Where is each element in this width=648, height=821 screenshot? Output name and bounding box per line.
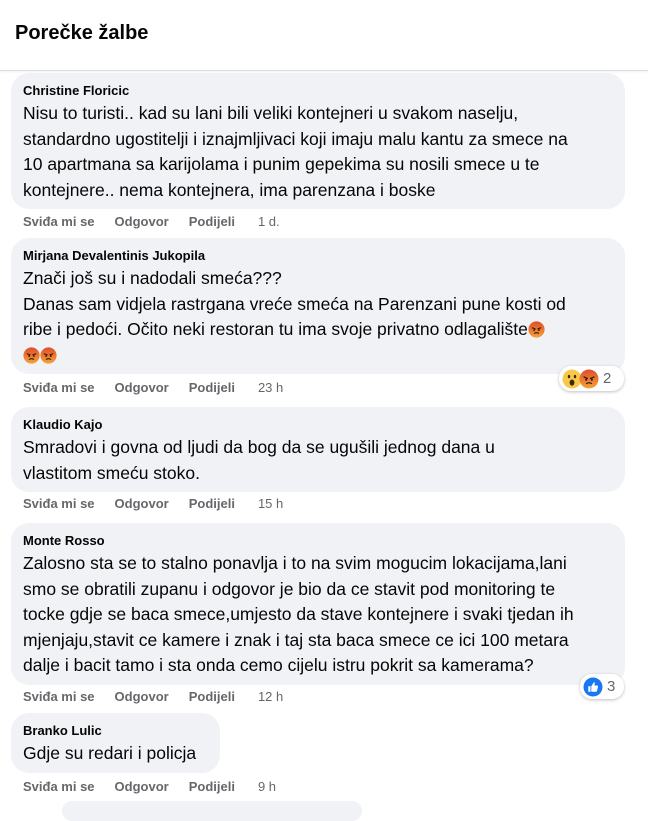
comment-author[interactable]: Klaudio Kajo: [23, 416, 613, 433]
share-button[interactable]: Podijeli: [189, 779, 235, 794]
reply-button[interactable]: Odgovor: [115, 496, 169, 511]
reply-button[interactable]: Odgovor: [115, 779, 169, 794]
reaction-count: 3: [607, 678, 616, 695]
comment-bubble: Branko Lulic Gdje su redari i policja: [11, 713, 220, 773]
like-button[interactable]: Sviđa mi se: [23, 380, 95, 395]
comment-text: Znači još su i nadodali smeća??? Danas s…: [23, 266, 613, 368]
comment-bubble: Klaudio Kajo Smradovi i govna od ljudi d…: [11, 407, 625, 492]
comment-text: Smradovi i govna od ljudi da bog da se u…: [23, 437, 495, 483]
reply-button[interactable]: Odgovor: [115, 689, 169, 704]
comment-timestamp[interactable]: 23 h: [258, 380, 283, 395]
group-title[interactable]: Porečke žalbe: [15, 22, 148, 45]
like-reaction-icon: [583, 677, 603, 697]
comment-actions: Sviđa mi se Odgovor Podijeli 15 h: [23, 495, 303, 513]
comment-actions: Sviđa mi se Odgovor Podijeli 12 h: [23, 688, 303, 706]
reply-button[interactable]: Odgovor: [115, 214, 169, 229]
share-button[interactable]: Podijeli: [189, 689, 235, 704]
comment-text: Nisu to turisti.. kad su lani bili velik…: [23, 103, 568, 200]
angry-emoji-icon: [40, 347, 57, 364]
reaction-summary[interactable]: 3: [580, 674, 624, 699]
reaction-summary[interactable]: 2: [559, 366, 624, 391]
angry-emoji-icon: [528, 321, 545, 338]
comment-text: Zalosno sta se to stalno ponavlja i to n…: [23, 553, 574, 675]
next-comment-bubble: [62, 801, 362, 821]
comment-bubble: Mirjana Devalentinis Jukopila Znači još …: [11, 238, 625, 374]
share-button[interactable]: Podijeli: [189, 380, 235, 395]
comment-bubble: Monte Rosso Zalosno sta se to stalno pon…: [11, 523, 625, 685]
share-button[interactable]: Podijeli: [189, 496, 235, 511]
comment-author[interactable]: Monte Rosso: [23, 532, 613, 549]
comment-timestamp[interactable]: 1 d.: [258, 214, 280, 229]
share-button[interactable]: Podijeli: [189, 214, 235, 229]
comment-author[interactable]: Branko Lulic: [23, 722, 208, 739]
like-button[interactable]: Sviđa mi se: [23, 689, 95, 704]
comment-text: Gdje su redari i policja: [23, 743, 197, 763]
reaction-count: 2: [603, 370, 612, 387]
like-button[interactable]: Sviđa mi se: [23, 779, 95, 794]
comment-timestamp[interactable]: 15 h: [258, 496, 283, 511]
like-button[interactable]: Sviđa mi se: [23, 496, 95, 511]
comment-author[interactable]: Christine Floricic: [23, 82, 613, 99]
angry-reaction-icon: [579, 369, 599, 389]
comment-actions: Sviđa mi se Odgovor Podijeli 1 d.: [23, 213, 300, 231]
reply-button[interactable]: Odgovor: [115, 380, 169, 395]
comment-timestamp[interactable]: 9 h: [258, 779, 276, 794]
angry-emoji-icon: [23, 347, 40, 364]
comment-bubble: Christine Floricic Nisu to turisti.. kad…: [11, 73, 625, 209]
comment-actions: Sviđa mi se Odgovor Podijeli 23 h: [23, 379, 303, 397]
comment-author[interactable]: Mirjana Devalentinis Jukopila: [23, 247, 613, 264]
comment-actions: Sviđa mi se Odgovor Podijeli 9 h: [23, 778, 296, 796]
group-header: Porečke žalbe: [0, 0, 648, 71]
like-button[interactable]: Sviđa mi se: [23, 214, 95, 229]
comment-timestamp[interactable]: 12 h: [258, 689, 283, 704]
